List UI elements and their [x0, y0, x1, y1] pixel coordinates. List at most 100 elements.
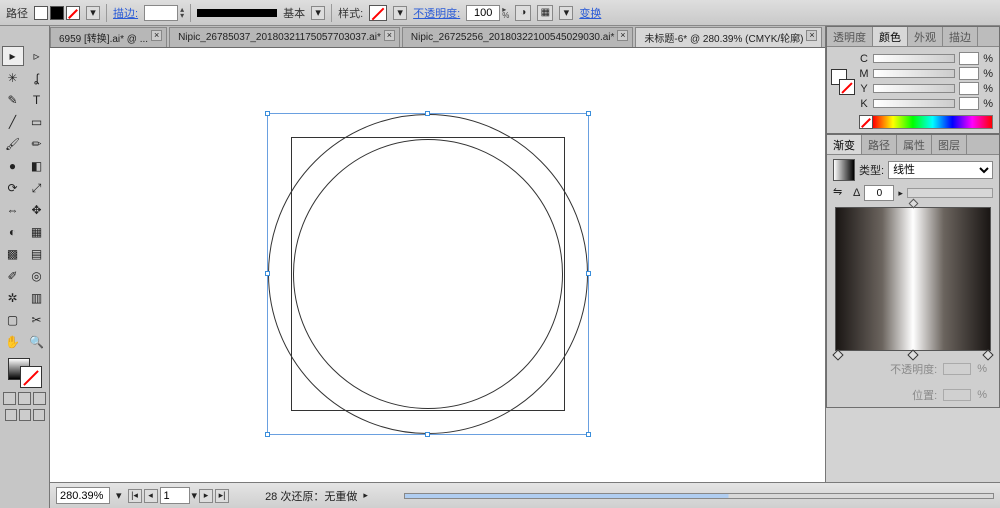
stop-location-field[interactable] — [943, 389, 971, 401]
document-tab[interactable]: 未标题-6* @ 280.39% (CMYK/轮廓)× — [635, 27, 822, 47]
type-tool[interactable]: T — [26, 90, 48, 110]
gradient-tool[interactable]: ▤ — [26, 244, 48, 264]
artboard-dropdown-icon[interactable]: ▾ — [192, 489, 198, 502]
close-tab-icon[interactable]: × — [384, 30, 395, 41]
mesh-tool[interactable]: ▩ — [2, 244, 24, 264]
graphic-style-swatch[interactable] — [369, 5, 387, 21]
opacity-stepper[interactable]: ▸% — [466, 5, 509, 21]
paintbrush-tool[interactable]: 🖌 — [2, 134, 24, 154]
angle-input[interactable] — [864, 185, 894, 201]
fill-swatch[interactable] — [34, 6, 48, 20]
eyedropper-tool[interactable]: ✐ — [2, 266, 24, 286]
gradient-stop[interactable] — [832, 349, 843, 360]
brush-dropdown-icon[interactable]: ▾ — [311, 6, 325, 20]
panel-tab[interactable]: 属性 — [897, 135, 932, 154]
panel-tab[interactable]: 描边 — [943, 27, 978, 46]
width-tool[interactable]: ⇔ — [2, 200, 24, 220]
rotate-tool[interactable]: ⟳ — [2, 178, 24, 198]
channel-value[interactable] — [959, 67, 979, 80]
style-dropdown-icon[interactable]: ▾ — [393, 6, 407, 20]
selection-handle[interactable] — [265, 111, 270, 116]
eraser-tool[interactable]: ◧ — [26, 156, 48, 176]
screen-mode-normal[interactable] — [5, 409, 17, 421]
zoom-dropdown-icon[interactable]: ▾ — [116, 489, 122, 502]
channel-slider[interactable] — [873, 99, 955, 108]
line-tool[interactable]: ╱ — [2, 112, 24, 132]
symbol-sprayer-tool[interactable]: ✲ — [2, 288, 24, 308]
color-mode-solid[interactable] — [3, 392, 16, 405]
channel-slider[interactable] — [873, 54, 955, 63]
transform-link[interactable]: 变换 — [579, 5, 601, 21]
screen-mode-no-panels[interactable] — [33, 409, 45, 421]
aspect-slider[interactable] — [907, 188, 993, 198]
slice-tool[interactable]: ✂ — [26, 310, 48, 330]
canvas-area[interactable] — [50, 48, 825, 482]
channel-slider[interactable] — [873, 84, 955, 93]
hand-tool[interactable]: ✋ — [2, 332, 24, 352]
gradient-ramp[interactable] — [835, 207, 991, 351]
stroke-preview[interactable] — [197, 9, 277, 17]
document-tab[interactable]: Nipic_26725256_20180322100545029030.ai*× — [402, 27, 634, 47]
stroke-box[interactable] — [20, 366, 42, 388]
selection-handle[interactable] — [425, 111, 430, 116]
channel-value[interactable] — [959, 82, 979, 95]
stroke-none-swatch[interactable] — [66, 6, 80, 20]
color-mode-gradient[interactable] — [18, 392, 31, 405]
panel-fill-stroke-chips[interactable] — [831, 69, 855, 95]
artboard-number-input[interactable] — [160, 487, 190, 504]
selection-handle[interactable] — [586, 432, 591, 437]
stepper-arrows-icon[interactable]: ▸ — [898, 188, 903, 199]
pencil-tool[interactable]: ✏ — [26, 134, 48, 154]
magic-wand-tool[interactable]: ✳ — [2, 68, 24, 88]
rectangle-tool[interactable]: ▭ — [26, 112, 48, 132]
stepper-arrows-icon[interactable]: ▴▾ — [180, 7, 184, 19]
panel-tab[interactable]: 路径 — [862, 135, 897, 154]
lasso-tool[interactable]: ʆ — [26, 68, 48, 88]
panel-tab[interactable]: 渐变 — [827, 135, 862, 154]
color-spectrum[interactable] — [859, 115, 993, 129]
panel-stroke-chip[interactable] — [839, 79, 855, 95]
panel-tab[interactable]: 外观 — [908, 27, 943, 46]
scale-tool[interactable]: ⤢ — [26, 178, 48, 198]
gradient-type-select[interactable]: 线性 — [888, 161, 993, 179]
reverse-gradient-icon[interactable]: ⇋ — [833, 185, 849, 201]
next-artboard-button[interactable]: ▸ — [199, 489, 213, 503]
stepper-arrows-icon[interactable]: ▸% — [502, 7, 509, 19]
channel-value[interactable] — [959, 97, 979, 110]
panel-tab[interactable]: 透明度 — [827, 27, 873, 46]
perspective-tool[interactable]: ▦ — [26, 222, 48, 242]
close-tab-icon[interactable]: × — [151, 30, 162, 41]
selection-handle[interactable] — [425, 432, 430, 437]
artboard-tool[interactable]: ▢ — [2, 310, 24, 330]
none-color-icon[interactable] — [859, 115, 873, 129]
stroke-weight-stepper[interactable]: ▴▾ — [144, 5, 184, 21]
gradient-stop[interactable] — [907, 349, 918, 360]
first-artboard-button[interactable]: |◂ — [128, 489, 142, 503]
gradient-stop[interactable] — [982, 349, 993, 360]
selection-handle[interactable] — [586, 111, 591, 116]
scroll-bar[interactable] — [404, 493, 994, 499]
stroke-label-link[interactable]: 描边: — [113, 5, 138, 21]
free-transform-tool[interactable]: ✥ — [26, 200, 48, 220]
fill-black-swatch[interactable] — [50, 6, 64, 20]
close-tab-icon[interactable]: × — [617, 30, 628, 41]
document-tab[interactable]: 6959 [转换].ai* @ ...× — [50, 27, 167, 47]
zoom-level-input[interactable] — [56, 487, 110, 504]
recolor-icon[interactable]: ◑ — [515, 5, 531, 21]
opacity-label-link[interactable]: 不透明度: — [413, 5, 460, 21]
selection-handle[interactable] — [586, 271, 591, 276]
align-dropdown-icon[interactable]: ▾ — [559, 6, 573, 20]
blob-brush-tool[interactable]: ● — [2, 156, 24, 176]
document-tab[interactable]: Nipic_26785037_20180321175057703037.ai*× — [169, 27, 400, 47]
selection-handle[interactable] — [265, 432, 270, 437]
gradient-preview[interactable] — [833, 159, 855, 181]
stroke-weight-input[interactable] — [144, 5, 178, 21]
stop-opacity-field[interactable] — [943, 363, 971, 375]
direct-select-tool[interactable]: ▹ — [26, 46, 48, 66]
shape-builder-tool[interactable]: ◐ — [2, 222, 24, 242]
panel-tab[interactable]: 图层 — [932, 135, 967, 154]
blend-tool[interactable]: ◎ — [26, 266, 48, 286]
fill-stroke-indicator[interactable] — [8, 358, 42, 388]
pen-tool[interactable]: ✎ — [2, 90, 24, 110]
prev-artboard-button[interactable]: ◂ — [144, 489, 158, 503]
